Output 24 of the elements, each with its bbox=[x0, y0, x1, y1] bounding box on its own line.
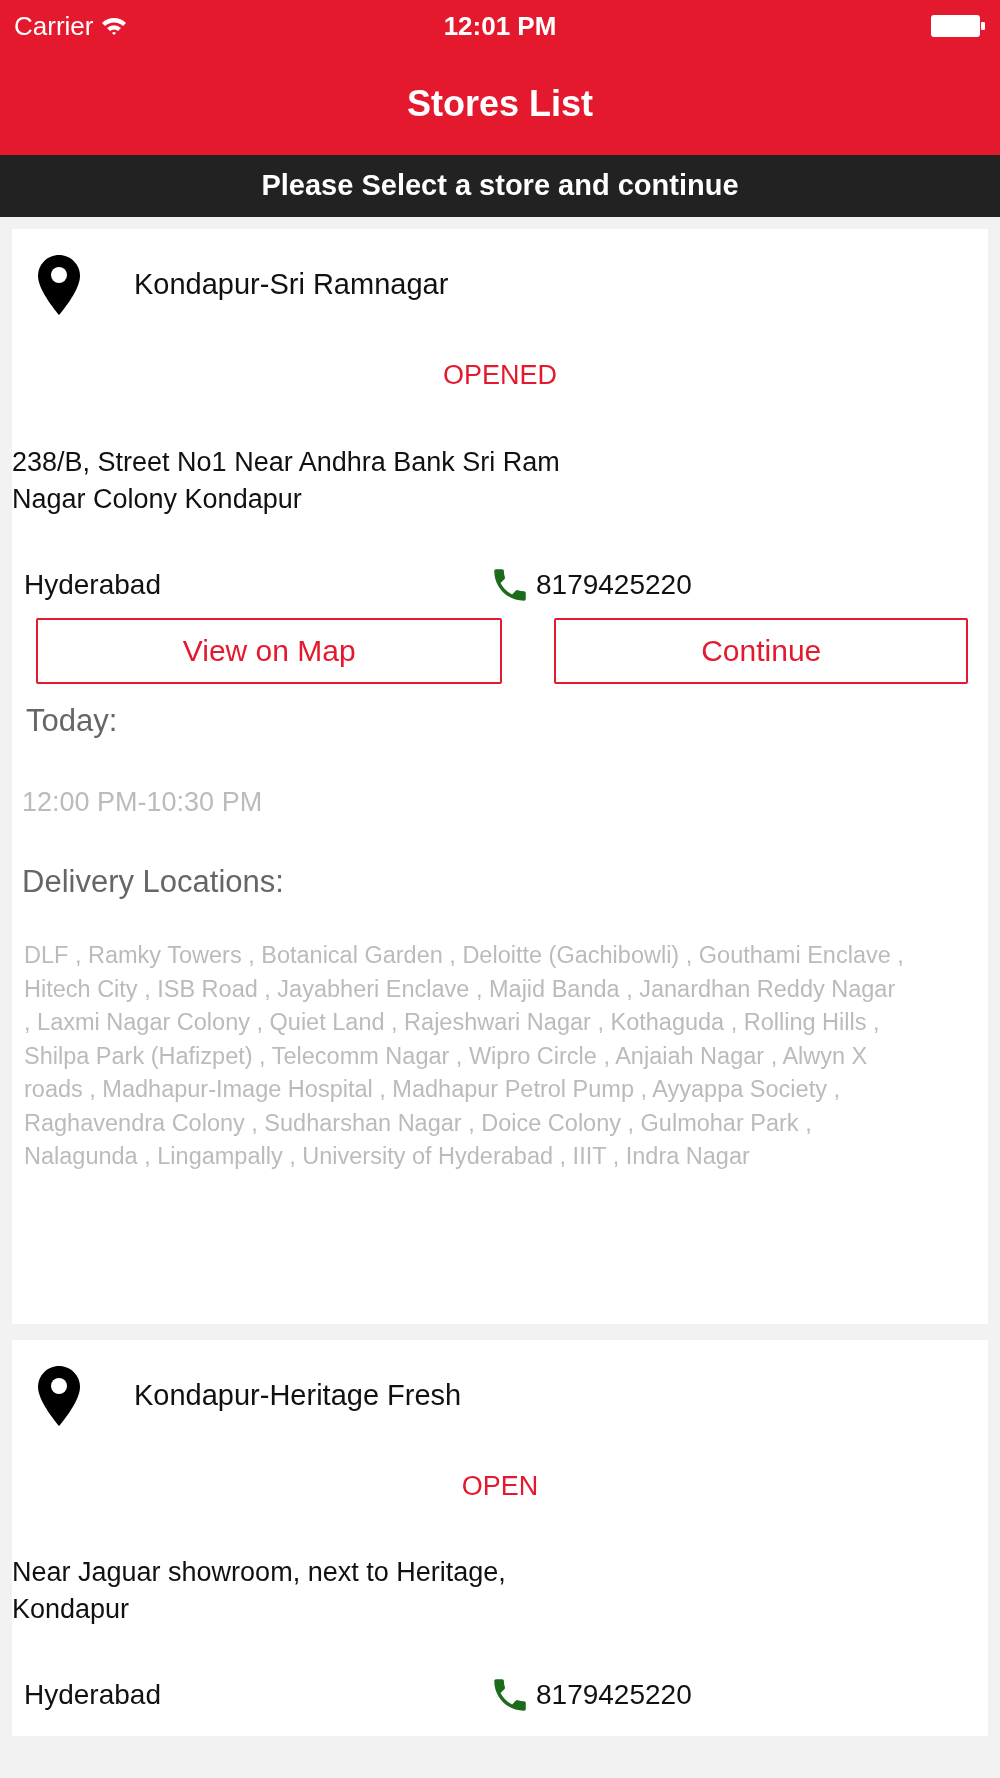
opening-hours: 12:00 PM-10:30 PM bbox=[22, 786, 264, 819]
store-status: OPENED bbox=[442, 359, 558, 392]
today-label: Today: bbox=[26, 701, 119, 740]
store-name: Kondapur-Sri Ramnagar bbox=[134, 267, 449, 303]
clock-time: 12:01 PM bbox=[443, 9, 557, 43]
store-name: Kondapur-Heritage Fresh bbox=[134, 1377, 462, 1413]
wifi-icon bbox=[101, 16, 128, 36]
delivery-locations: DLF , Ramky Towers , Botanical Garden , Deloitte (Gachibowli) , Gouthami Enclave , Hitech City , ISB Road , Jayabheri Enclave , Majid Banda , Janardhan Reddy Nagar , Laxmi Nagar Colony , Quiet Land , Rajeshwari Nagar , Kothaguda , Rolling Hills , Shilpa Park (Hafizpet) , Telecomm Nagar , Wipro Circle , Anjaiah Nagar , Alwyn X roads , Madhapur-Image Hospital , Madhapur Petrol Pump , Ayyappa Society , Raghavendra Colony , Sudharshan Nagar , Doice Colony , Gulmohar Park , Nalagunda , Lingampally , University of Hyderabad , IIIT , Indra Nagar bbox=[24, 941, 905, 1171]
screen-title: Stores List bbox=[406, 81, 593, 126]
store-status: OPEN bbox=[460, 1469, 540, 1503]
store-address: Near Jaguar showroom, next to Heritage, Kondapur bbox=[12, 1556, 507, 1626]
phone-number[interactable]: 8179425220 bbox=[536, 1674, 692, 1716]
phone-number[interactable]: 8179425220 bbox=[536, 563, 692, 606]
city-label: Hyderabad bbox=[24, 1679, 161, 1710]
instruction-text: Please Select a store and continue bbox=[261, 168, 739, 204]
city-label: Hyderabad bbox=[24, 568, 161, 600]
delivery-label: Delivery Locations: bbox=[22, 862, 285, 901]
store-address: 238/B, Street No1 Near Andhra Bank Sri Ram Nagar Colony Kondapur bbox=[12, 445, 561, 516]
location-pin-icon bbox=[38, 255, 80, 315]
store-action-button[interactable]: View on Map bbox=[36, 617, 503, 684]
location-pin-icon bbox=[38, 1365, 80, 1426]
battery-icon bbox=[930, 14, 986, 38]
carrier-label: Carrier bbox=[14, 9, 94, 43]
store-action-button[interactable]: Continue bbox=[554, 617, 968, 684]
